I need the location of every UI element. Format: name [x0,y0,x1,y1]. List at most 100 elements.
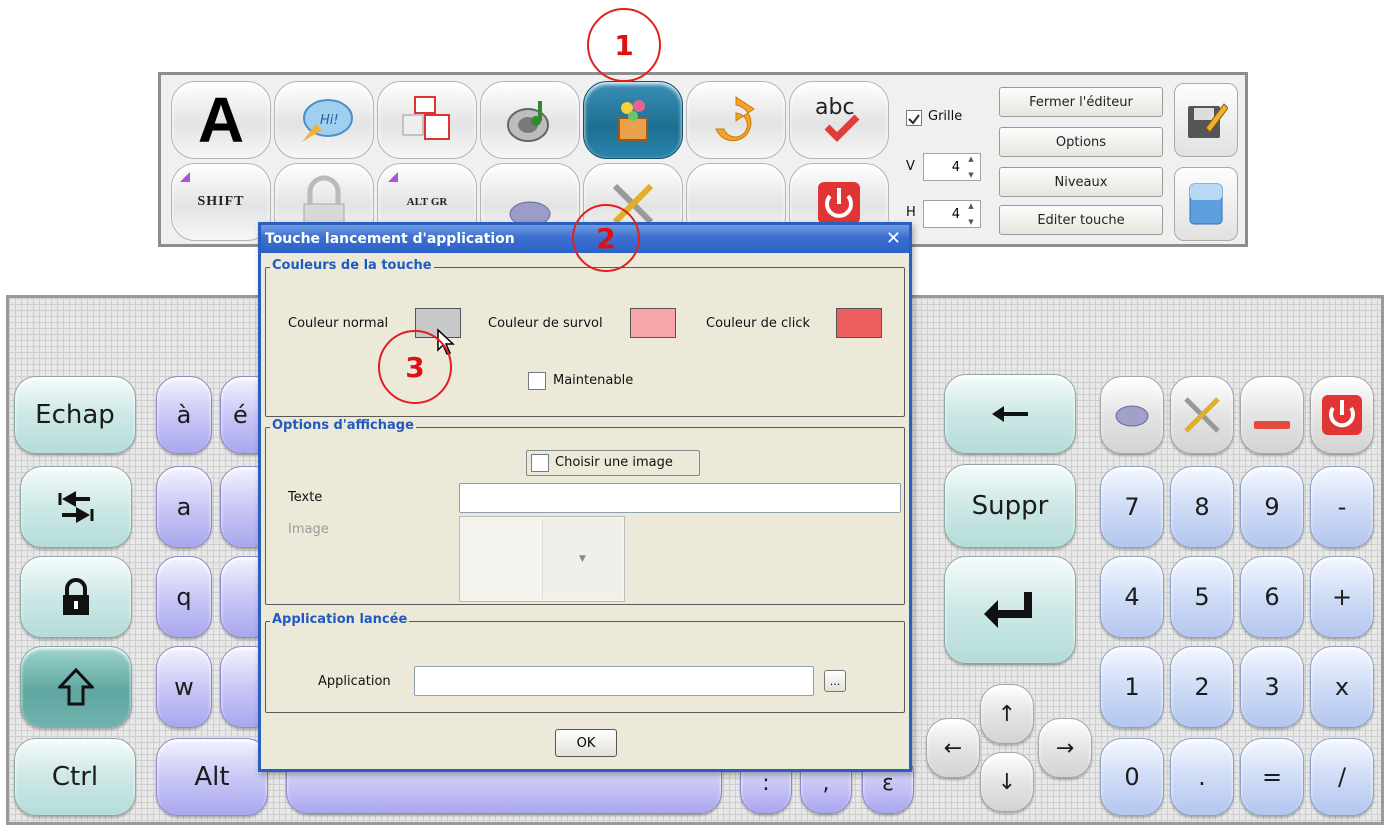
dialog-title: Touche lancement d'application [265,231,515,247]
grille-checkbox[interactable] [906,110,922,126]
choose-image-label: Choisir une image [555,455,673,470]
choose-image-toggle[interactable]: Choisir une image [526,450,700,476]
application-key-dialog: Touche lancement d'application ✕ Couleur… [258,222,912,772]
editer-touche-button[interactable]: Editer touche [999,205,1163,235]
numpad-key[interactable]: . [1170,738,1234,816]
hover-color-label: Couleur de survol [488,316,603,331]
texte-input[interactable] [459,483,901,513]
application-label: Application [318,674,391,689]
power-key[interactable] [1310,376,1374,454]
ctrl-key[interactable]: Ctrl [14,738,136,816]
tools-key[interactable] [1170,376,1234,454]
click-color-swatch[interactable] [836,308,882,338]
spellcheck-icon: abc [809,95,869,145]
numpad-key[interactable]: - [1310,466,1374,548]
niveaux-button[interactable]: Niveaux [999,167,1163,197]
ok-button[interactable]: OK [555,729,617,757]
spinner-arrows-icon[interactable]: ▲ ▼ [964,202,978,226]
arrow-right-key[interactable]: → [1038,718,1092,778]
display-options-group: Options d'affichage Choisir une image Te… [265,418,905,605]
package-icon [618,100,648,141]
key-layout-button[interactable] [377,81,477,159]
maintenable-label: Maintenable [553,373,634,388]
choose-image-checkbox[interactable] [531,454,549,472]
letter-a-glyph: A [197,84,245,156]
hover-color-swatch[interactable] [630,308,676,338]
shift-key[interactable] [20,646,132,728]
key-a[interactable]: a [156,466,212,548]
launched-app-group-title: Application lancée [270,612,410,627]
click-color-label: Couleur de click [706,316,811,331]
arrow-down-key[interactable]: ↓ [980,752,1034,812]
speech-bubble-icon: Hi! [302,99,353,142]
numpad-key[interactable]: 2 [1170,646,1234,728]
sound-button[interactable] [480,81,580,159]
power-icon [1322,395,1362,435]
fermer-editeur-button[interactable]: Fermer l'éditeur [999,87,1163,117]
annotation-1: 1 [587,8,661,82]
numpad-key[interactable]: 4 [1100,556,1164,638]
normal-color-label: Couleur normal [288,316,389,331]
key-a-grave[interactable]: à [156,376,212,454]
h-spinner[interactable]: 4 ▲ ▼ [923,200,981,228]
numpad-key[interactable]: / [1310,738,1374,816]
numpad-key[interactable]: x [1310,646,1374,728]
checkmark-icon [908,114,920,125]
editor-toolbar: A Hi! abc SHIFT ALT GR Grille V H 4 ▲ ▼ … [158,72,1248,247]
h-spinner-value: 4 [951,206,960,222]
mouse-icon [1115,405,1149,427]
maintenable-checkbox[interactable] [528,372,546,390]
padlock-icon [63,578,89,615]
grille-label: Grille [928,109,963,124]
corner-triangle-icon [388,172,398,182]
application-launch-button[interactable] [583,81,683,159]
numpad-key[interactable]: 5 [1170,556,1234,638]
browse-button[interactable]: ... [824,670,846,692]
numpad-key[interactable]: 7 [1100,466,1164,548]
save-edit-button[interactable] [1174,83,1238,157]
echap-key[interactable]: Echap [14,376,136,454]
tab-key[interactable] [20,466,132,548]
alt-key[interactable]: Alt [156,738,268,816]
numpad-key[interactable]: 6 [1240,556,1304,638]
key-w[interactable]: w [156,646,212,728]
application-input[interactable] [414,666,814,696]
minimize-key[interactable] [1240,376,1304,454]
numpad-key[interactable]: = [1240,738,1304,816]
arrow-left-key[interactable]: ← [926,718,980,778]
keys-icon [402,96,450,140]
close-icon[interactable]: ✕ [886,228,901,249]
caps-lock-key[interactable] [20,556,132,638]
numpad-key[interactable]: 9 [1240,466,1304,548]
numpad-key[interactable]: + [1310,556,1374,638]
minimize-icon [1254,421,1290,429]
suppr-key[interactable]: Suppr [944,464,1076,548]
backspace-key[interactable] [944,374,1076,454]
key-q[interactable]: q [156,556,212,638]
numpad-key[interactable]: 8 [1170,466,1234,548]
enter-key[interactable] [944,556,1076,664]
shift-button[interactable]: SHIFT [171,163,271,241]
options-button[interactable]: Options [999,127,1163,157]
tools-icon [1184,397,1220,433]
v-spinner[interactable]: 4 ▲ ▼ [923,153,981,181]
numpad-key[interactable]: 0 [1100,738,1164,816]
spinner-arrows-icon[interactable]: ▲ ▼ [964,155,978,179]
v-label: V [906,159,915,174]
launched-app-group: Application lancée Application ... [265,612,905,713]
tab-arrows-icon [58,491,94,523]
h-label: H [906,205,916,220]
annotation-3: 3 [378,330,452,404]
view-button[interactable] [1174,167,1238,241]
speech-bubble-button[interactable]: Hi! [274,81,374,159]
arrow-up-key[interactable]: ↑ [980,684,1034,744]
image-select[interactable]: ▼ [459,516,625,602]
font-letter-button[interactable]: A [171,81,271,159]
spellcheck-button[interactable]: abc [789,81,889,159]
mouse-key[interactable] [1100,376,1164,454]
numpad-key[interactable]: 3 [1240,646,1304,728]
numpad-key[interactable]: 1 [1100,646,1164,728]
redo-button[interactable] [686,81,786,159]
blue-panel-icon [1189,183,1223,225]
dropdown-arrow-icon[interactable]: ▼ [542,519,622,599]
